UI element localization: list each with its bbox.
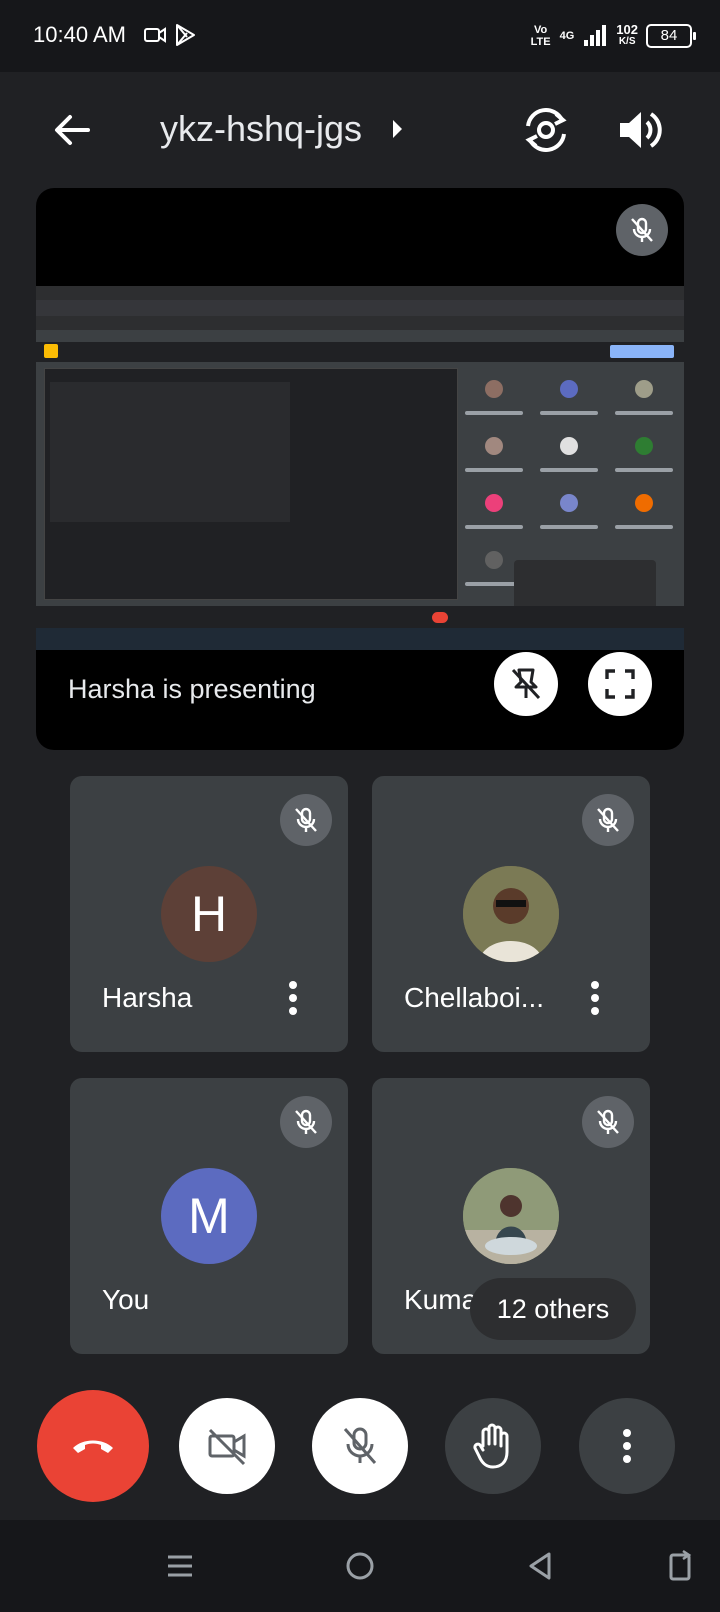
more-options-button[interactable]: [579, 1398, 675, 1494]
network-type: 4G: [559, 30, 575, 42]
shared-tile: [534, 425, 604, 477]
shared-tile: [459, 482, 529, 534]
participant-more-button[interactable]: [278, 974, 308, 1022]
more-vert-icon: [623, 1429, 631, 1463]
participant-mute-indicator: [280, 1096, 332, 1148]
presentation-tile[interactable]: Harsha is presenting: [36, 188, 684, 750]
fullscreen-button[interactable]: [588, 652, 652, 716]
person-photo-icon: [463, 866, 559, 962]
presentation-mute-indicator: [616, 204, 668, 256]
battery-indicator: 84: [646, 24, 696, 48]
participant-tile[interactable]: H Harsha: [70, 776, 348, 1052]
status-time: 10:40 AM: [33, 22, 126, 47]
video-call-icon: [144, 27, 166, 43]
nav-rotate-button[interactable]: [654, 1540, 706, 1592]
mic-off-icon: [295, 1109, 317, 1134]
avatar-photo: [463, 866, 559, 962]
mic-toggle-button[interactable]: [312, 1398, 408, 1494]
camera-off-icon: [208, 1428, 246, 1466]
shared-meet-controls: [36, 606, 684, 628]
volte-indicator: Vo LTE: [530, 24, 551, 48]
play-arrow-icon[interactable]: [390, 114, 406, 144]
rotate-icon: [669, 1549, 692, 1581]
shared-meet-header: [36, 342, 684, 362]
hang-up-icon: [73, 1440, 113, 1453]
network-speed: 102 K/S: [616, 22, 638, 48]
more-vert-icon: [289, 981, 297, 1015]
participant-mute-indicator: [582, 794, 634, 846]
mic-off-icon: [597, 807, 619, 832]
others-count-pill[interactable]: 12 others: [470, 1278, 636, 1340]
raise-hand-icon: [473, 1423, 509, 1469]
nav-menu-button[interactable]: [154, 1540, 206, 1592]
pin-off-icon: [511, 668, 541, 700]
participant-more-button[interactable]: [580, 974, 610, 1022]
shared-tile: [609, 425, 679, 477]
play-store-icon: [176, 24, 195, 46]
shared-tile: [609, 368, 679, 420]
mic-off-icon: [597, 1109, 619, 1134]
shared-hangup: [432, 612, 448, 623]
shared-browser-bookmarks: [36, 316, 684, 330]
shared-meet-badge: [44, 344, 58, 358]
participant-mute-indicator: [280, 794, 332, 846]
shared-tile: [534, 482, 604, 534]
meeting-top-bar: ykz-hshq-jgs: [0, 90, 720, 170]
shared-tile: [534, 368, 604, 420]
nav-back-button[interactable]: [514, 1540, 566, 1592]
status-indicators: Vo LTE 4G 102 K/S 84: [530, 20, 696, 52]
system-nav-bar: [0, 1520, 720, 1612]
unpin-button[interactable]: [494, 652, 558, 716]
more-vert-icon: [591, 981, 599, 1015]
fullscreen-icon: [605, 669, 635, 699]
menu-icon: [168, 1555, 192, 1577]
mic-off-icon: [343, 1427, 377, 1464]
shared-stop-presenting: [610, 345, 674, 358]
shared-tile: [609, 482, 679, 534]
speed-unit: K/S: [618, 36, 636, 47]
call-controls: [0, 1368, 720, 1508]
shared-nested-screen-2: [50, 382, 290, 522]
nav-home-button[interactable]: [334, 1540, 386, 1592]
raise-hand-button[interactable]: [445, 1398, 541, 1494]
participant-tile[interactable]: Chellaboi...: [372, 776, 650, 1052]
mic-off-icon: [631, 217, 653, 242]
shared-screen: [36, 286, 684, 650]
participant-tile[interactable]: M You: [70, 1078, 348, 1354]
switch-camera-icon[interactable]: [518, 102, 574, 158]
status-bar: 10:40 AM Vo LTE 4G 102 K/S 84: [0, 0, 720, 72]
participant-name: Harsha: [102, 982, 193, 1013]
avatar-photo: [463, 1168, 559, 1264]
shared-chrome-toast: [514, 560, 656, 612]
back-icon: [529, 1552, 551, 1580]
shared-tile: [459, 368, 529, 420]
speaker-icon[interactable]: [614, 104, 666, 156]
participant-name: Chellaboi...: [404, 982, 545, 1013]
camera-toggle-button[interactable]: [179, 1398, 275, 1494]
back-arrow-icon[interactable]: [46, 104, 98, 156]
shared-tile: [459, 425, 529, 477]
avatar: H: [161, 866, 257, 962]
person-photo-icon: [463, 1168, 559, 1264]
mic-off-icon: [295, 807, 317, 832]
participant-name: You: [102, 1284, 150, 1315]
shared-browser-urlbar: [36, 300, 684, 316]
signal-icon: [584, 25, 607, 46]
meeting-code[interactable]: ykz-hshq-jgs: [160, 108, 362, 150]
home-icon: [346, 1552, 374, 1580]
shared-taskbar: [36, 628, 684, 650]
avatar: M: [161, 1168, 257, 1264]
hang-up-button[interactable]: [37, 1390, 149, 1502]
participant-mute-indicator: [582, 1096, 634, 1148]
shared-browser-tabbar: [36, 286, 684, 300]
presenting-label: Harsha is presenting: [68, 674, 316, 704]
speed-value: 102: [616, 22, 638, 37]
